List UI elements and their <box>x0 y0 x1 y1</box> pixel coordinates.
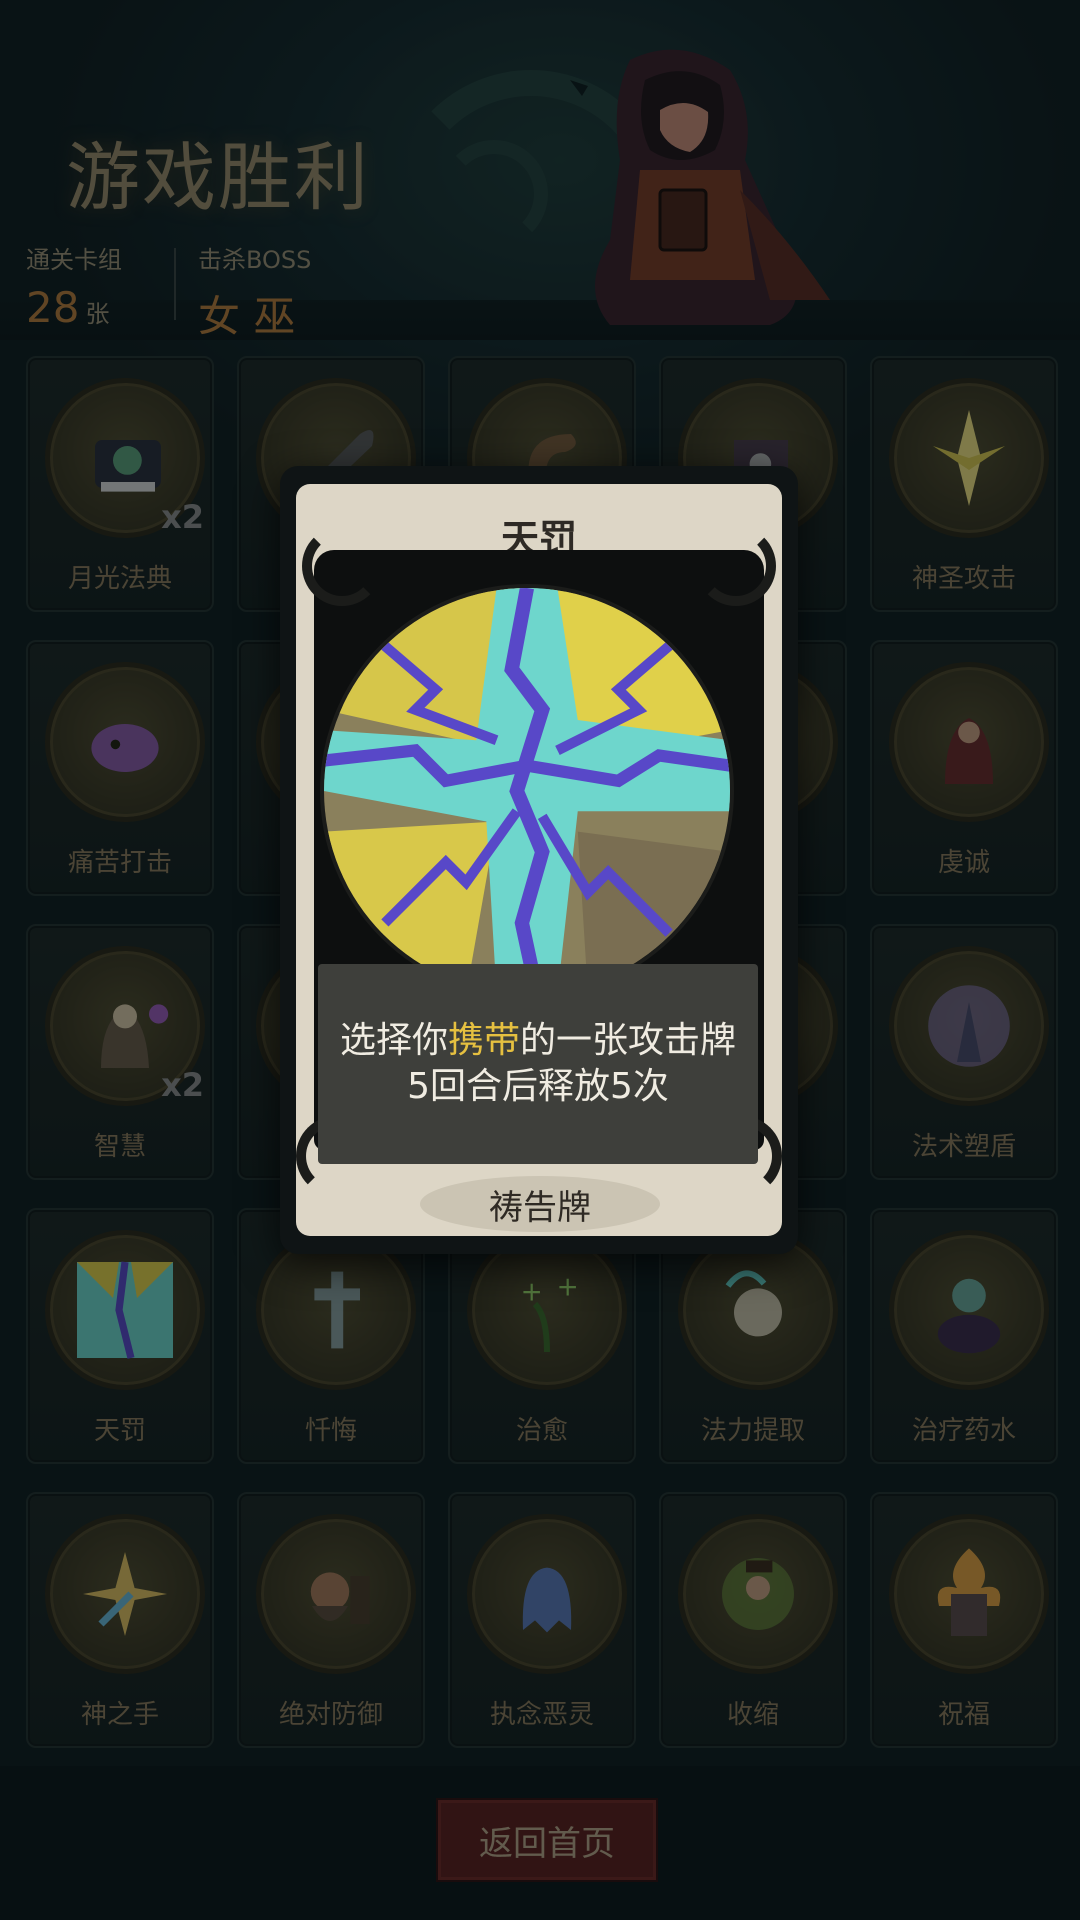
description-line-1: 选择你携带的一张攻击牌 <box>340 1018 736 1064</box>
lightning-icon-art <box>77 1261 173 1359</box>
card-type-badge: 祷告牌 <box>420 1176 660 1232</box>
mana-skull-icon-art <box>725 1270 782 1337</box>
card-name: 忏悔 <box>304 1416 357 1446</box>
victory-title: 游戏胜利 <box>66 135 370 221</box>
card-name: 法力提取 <box>700 1416 805 1446</box>
pain-skull-icon-art <box>91 724 159 772</box>
potion-icon-art <box>937 1278 1001 1354</box>
witch-boss-illustration <box>570 49 830 325</box>
cleared-deck-stat: 通关卡组 28 张 <box>26 240 122 332</box>
heal-sprout-icon-art: + + <box>521 1272 579 1353</box>
card-name: 虔诚 <box>937 848 990 878</box>
cleared-deck-value-row: 28 张 <box>26 283 122 332</box>
spell-shield-icon-art <box>928 985 1010 1067</box>
card-name: 治疗药水 <box>911 1416 1016 1446</box>
blessing-knight-icon-art <box>937 1548 1001 1636</box>
card-tile[interactable]: 执念恶灵 <box>448 1492 636 1748</box>
shrink-icon <box>678 1514 838 1674</box>
ghost-icon <box>467 1514 627 1674</box>
card-name: 天罚 <box>93 1416 146 1446</box>
blessing-knight-icon <box>889 1514 1049 1674</box>
heal-sprout-icon: + + <box>467 1230 627 1390</box>
card-count: x2 <box>161 1066 204 1104</box>
dwarf-shield-icon-art <box>310 1572 370 1624</box>
card-name: 月光法典 <box>67 564 172 594</box>
card-name: 绝对防御 <box>278 1700 383 1730</box>
card-tile[interactable]: 收缩 <box>659 1492 847 1748</box>
background-swirl-inner <box>440 140 548 248</box>
cleared-deck-value: 28 <box>26 283 80 332</box>
cross-icon-art <box>314 1271 360 1349</box>
card-tile[interactable]: 智慧 x2 <box>26 924 214 1180</box>
cleared-deck-unit: 张 <box>85 300 110 328</box>
description-line-2: 5回合后释放5次 <box>407 1066 669 1107</box>
pain-skull-icon <box>45 662 205 822</box>
potion-icon <box>889 1230 1049 1390</box>
card-tile[interactable]: 法术塑盾 <box>870 924 1058 1180</box>
spell-shield-icon <box>889 946 1049 1106</box>
shrink-icon-art <box>722 1558 794 1630</box>
card-tile[interactable]: 绝对防御 <box>237 1492 425 1748</box>
card-tile[interactable]: 神之手 <box>26 1492 214 1748</box>
card-detail-modal: 天罚 选择你携带的一张攻击牌 5回合后释放5次 祷告牌 <box>280 466 798 1254</box>
holy-strike-icon <box>889 378 1049 538</box>
card-tile[interactable]: 神圣攻击 <box>870 356 1058 612</box>
card-description: 选择你携带的一张攻击牌 5回合后释放5次 <box>318 964 758 1164</box>
card-name: 法术塑盾 <box>911 1132 1016 1162</box>
card-name: 神之手 <box>80 1700 159 1730</box>
card-name: 收缩 <box>726 1700 779 1730</box>
svg-text:+: + <box>557 1272 579 1303</box>
svg-text:+: + <box>521 1276 543 1307</box>
praying-monk-icon <box>889 662 1049 822</box>
return-home-button[interactable]: 返回首页 <box>438 1800 656 1880</box>
dwarf-shield-icon <box>256 1514 416 1674</box>
boss-stat: 击杀BOSS 女 巫 <box>198 240 311 344</box>
card-name: 智慧 <box>93 1132 146 1162</box>
card-tile[interactable]: 天罚 <box>26 1208 214 1464</box>
card-name: 痛苦打击 <box>67 848 172 878</box>
description-prefix: 选择你 <box>339 1020 448 1061</box>
frame-swirl-top-right <box>696 526 776 606</box>
stat-divider <box>174 248 176 320</box>
god-hand-icon <box>45 1514 205 1674</box>
cleared-deck-label: 通关卡组 <box>26 246 122 274</box>
card-tile[interactable]: 虔诚 <box>870 640 1058 896</box>
card-name: 执念恶灵 <box>489 1700 594 1730</box>
praying-monk-icon-art <box>945 718 993 784</box>
card-tile[interactable]: 祝福 <box>870 1492 1058 1748</box>
card-tile[interactable]: 痛苦打击 <box>26 640 214 896</box>
description-suffix: 的一张攻击牌 <box>520 1020 737 1061</box>
lightning-icon <box>45 1230 205 1390</box>
description-highlight: 携带 <box>447 1020 520 1061</box>
card-tile[interactable]: 治疗药水 <box>870 1208 1058 1464</box>
card-count: x2 <box>161 498 204 536</box>
card-tile[interactable]: 月光法典 x2 <box>26 356 214 612</box>
mana-skull-icon <box>678 1230 838 1390</box>
god-hand-icon-art <box>83 1552 167 1636</box>
card-name: 治愈 <box>515 1416 568 1446</box>
lightning-art <box>320 584 734 998</box>
ghost-icon-art <box>522 1567 572 1633</box>
card-name: 祝福 <box>937 1700 990 1730</box>
frame-swirl-top-left <box>302 526 382 606</box>
boss-label: 击杀BOSS <box>198 246 312 274</box>
cross-icon <box>256 1230 416 1390</box>
holy-strike-icon-art <box>933 410 1005 506</box>
card-name: 神圣攻击 <box>911 564 1016 594</box>
boss-value: 女 巫 <box>198 292 296 341</box>
